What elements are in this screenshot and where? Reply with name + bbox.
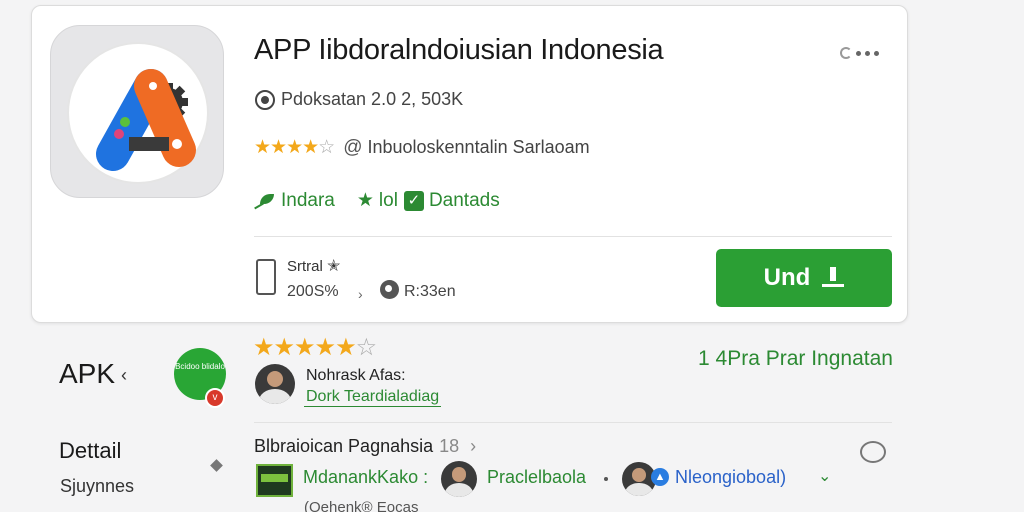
phone-icon [256, 259, 276, 295]
star-icon: ★ [356, 190, 374, 211]
tag-2[interactable]: lol [379, 190, 398, 212]
at-icon: @ [343, 136, 363, 158]
avatar-2[interactable] [441, 461, 477, 497]
game-thumbnail[interactable] [256, 464, 293, 497]
rating-text: Inbuoloskenntalin Sarlaoam [367, 137, 590, 157]
leaf-icon [254, 193, 276, 208]
chevron-down-icon[interactable]: ⌄ [818, 466, 831, 486]
reviewer-avatar[interactable] [255, 364, 295, 404]
globe-icon [255, 89, 275, 110]
detail-subtitle: Sjuynnes [60, 476, 135, 496]
download-icon [822, 267, 845, 289]
chip-2[interactable]: Praclelbaola [487, 467, 586, 488]
chevron-left-icon: ‹ [121, 365, 128, 386]
stat-value: 200S% [287, 283, 339, 300]
stat-label: Srtral ✭ [287, 258, 341, 275]
app-meta-text: Pdoksatan 2.0 2, 503K [281, 89, 464, 109]
divider-2 [254, 422, 892, 423]
app-rating: ★★★★☆ @ Inbuoloskenntalin Sarlaoam [254, 136, 590, 159]
reviewer-name: Nohrask Afas: [306, 367, 406, 384]
location-icon [380, 280, 399, 299]
check-icon: ✓ [403, 190, 424, 211]
rating-stars: ★★★★☆ [254, 137, 335, 158]
chip-3[interactable]: Nleongioboal) [675, 467, 786, 488]
detail-heading[interactable]: Dettail [59, 438, 121, 464]
separator-dot [604, 477, 608, 481]
app-icon[interactable] [50, 25, 224, 198]
app-title: APP Iibdoralndoiusian Indonesia [254, 34, 664, 66]
app-tags: Indara ★ lol ✓ Dantads [254, 189, 500, 212]
section-count: 18 [439, 436, 460, 456]
more-options-icon[interactable] [840, 44, 888, 62]
comment-icon[interactable] [860, 441, 886, 463]
notification-badge: v [205, 388, 225, 408]
review-stars: ★★★★★☆ [253, 334, 377, 361]
apk-heading[interactable]: APK ‹ [59, 358, 127, 390]
tag-3[interactable]: Dantads [429, 190, 500, 212]
chevron-right-icon: › [358, 286, 363, 302]
diamond-icon [210, 459, 223, 472]
rank-text[interactable]: 1 4Pra Prar Ingnatan [698, 347, 893, 371]
star-small-icon: ✭ [327, 258, 341, 275]
section-title: Blbraioican Pagnahsia 18 › [254, 436, 477, 456]
app-meta: Pdoksatan 2.0 2, 503K [255, 89, 463, 110]
reviewer-link[interactable]: Dork Teardialadiag [304, 388, 442, 407]
chip-1[interactable]: MdanankKako : [303, 467, 428, 488]
section-caption: (Oehenk® Eocas [304, 499, 419, 512]
verified-icon: ▲ [651, 468, 669, 486]
tag-1[interactable]: Indara [281, 190, 335, 212]
install-label: Und [763, 264, 811, 291]
stat-extra: R:33en [404, 283, 456, 300]
chevron-right-icon: › [465, 436, 477, 456]
divider [254, 236, 892, 237]
install-button[interactable]: Und [716, 249, 892, 307]
